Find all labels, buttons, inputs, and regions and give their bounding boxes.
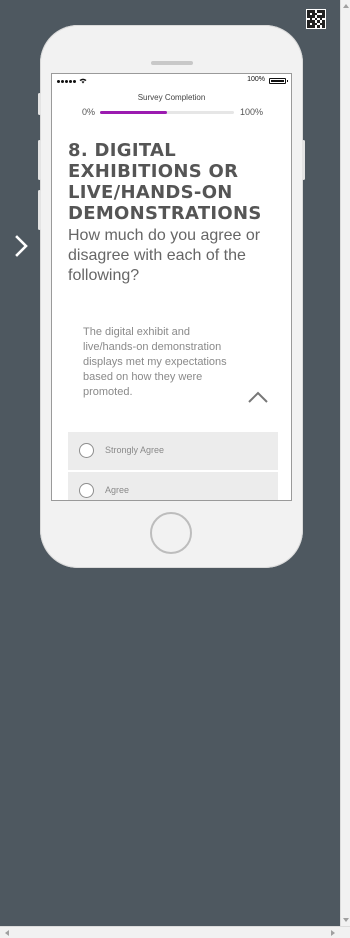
progress-start-label: 0% — [82, 107, 96, 117]
scroll-right-icon[interactable] — [331, 930, 335, 936]
question-text: How much do you agree or disagree with e… — [68, 227, 261, 284]
status-bar: 100% — [52, 74, 291, 88]
question-content: 8. DIGITAL EXHIBITIONS OR LIVE/HANDS-ON … — [68, 140, 282, 286]
scrollbar-corner — [340, 927, 350, 938]
phone-side-button — [38, 93, 41, 115]
statement-text: The digital exhibit and live/hands-on de… — [83, 326, 227, 398]
qr-code-icon — [306, 9, 326, 29]
wifi-icon — [79, 78, 87, 84]
phone-side-button — [38, 140, 41, 180]
option-label: Strongly Agree — [105, 445, 165, 455]
question-title: 8. DIGITAL EXHIBITIONS OR LIVE/HANDS-ON … — [68, 140, 262, 224]
scroll-down-icon[interactable] — [343, 918, 349, 922]
radio-button[interactable] — [79, 443, 94, 458]
progress-bar-fill — [100, 111, 167, 114]
progress-bar — [100, 111, 234, 114]
option-agree[interactable]: Agree — [68, 472, 278, 500]
radio-button[interactable] — [79, 483, 94, 498]
phone-screen: 100% Survey Completion 0% 100% 8. DIGITA… — [51, 73, 292, 501]
home-button[interactable] — [150, 512, 192, 554]
next-arrow-button[interactable] — [11, 233, 33, 259]
phone-speaker — [151, 61, 193, 65]
scroll-up-icon[interactable] — [343, 4, 349, 8]
vertical-scrollbar[interactable] — [340, 0, 350, 926]
page-viewport: 100% Survey Completion 0% 100% 8. DIGITA… — [0, 0, 340, 926]
battery-icon — [269, 78, 288, 84]
chevron-up-icon[interactable] — [246, 389, 270, 405]
statement-row: The digital exhibit and live/hands-on de… — [68, 325, 280, 410]
phone-mockup: 100% Survey Completion 0% 100% 8. DIGITA… — [38, 25, 305, 568]
phone-side-button — [302, 140, 305, 180]
option-label: Agree — [105, 485, 130, 495]
progress-end-label: 100% — [240, 107, 264, 117]
horizontal-scrollbar[interactable] — [0, 926, 350, 938]
chevron-right-icon — [15, 235, 28, 257]
scroll-left-icon[interactable] — [5, 930, 9, 936]
progress-title: Survey Completion — [137, 93, 206, 102]
option-strongly-agree[interactable]: Strongly Agree — [68, 432, 278, 470]
phone-side-button — [38, 190, 41, 230]
battery-label: 100% — [247, 76, 265, 83]
signal-icon — [57, 78, 87, 84]
